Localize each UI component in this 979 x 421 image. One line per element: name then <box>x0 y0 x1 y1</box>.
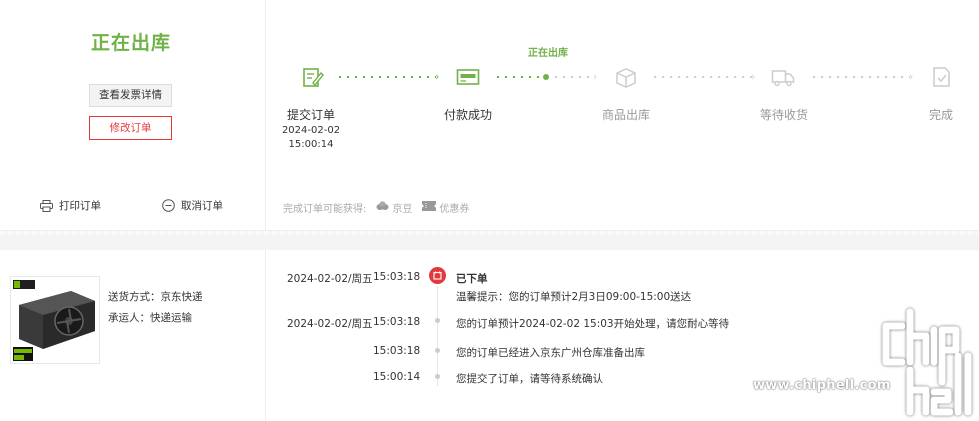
benefit-jingdou[interactable]: 京豆 <box>376 200 412 215</box>
view-invoice-button[interactable]: 查看发票详情 <box>89 84 172 107</box>
progress-connector-3 <box>651 76 752 78</box>
log-message: 温馨提示：您的订单预计2月3日09:00-15:00送达 <box>456 291 692 303</box>
step-submit-date: 2024-02-02 <box>281 125 341 136</box>
chevron-right-icon: › <box>593 70 598 83</box>
log-time: 15:03:18 <box>373 345 421 357</box>
progress-connector-1 <box>336 76 436 78</box>
cancel-order-label: 取消订单 <box>181 200 223 212</box>
print-order-link[interactable]: 打印订单 <box>40 198 101 213</box>
graphics-card-image[interactable] <box>10 276 100 364</box>
watermark-site-url: www.chiphell.com <box>753 378 891 393</box>
current-step-label: 正在出库 <box>528 48 568 59</box>
order-status-section: 正在出库 查看发票详情 修改订单 打印订单 取消订单 正在出库 › › › › … <box>0 0 979 230</box>
truck-icon <box>771 66 795 88</box>
printer-icon <box>40 199 53 212</box>
current-progress-dot <box>543 74 549 80</box>
order-placed-icon <box>429 267 446 284</box>
bean-icon <box>376 201 389 214</box>
order-benefits: 完成订单可能获得: 京豆 优惠券 <box>283 200 469 215</box>
chevron-right-icon: › <box>751 70 756 83</box>
step-label-paid: 付款成功 <box>444 108 493 122</box>
step-label-submit: 提交订单 <box>287 108 336 122</box>
benefits-label: 完成订单可能获得: <box>283 204 367 215</box>
section-divider <box>0 230 979 250</box>
timeline-dot <box>435 374 440 379</box>
log-time: 15:00:14 <box>373 371 421 383</box>
benefit-coupon-label: 优惠券 <box>439 204 470 215</box>
log-date: 2024-02-02/周五 <box>287 318 373 330</box>
step-submit-timestamp: 2024-02-02 15:00:14 <box>276 124 346 152</box>
delivery-method: 送货方式：京东快递 <box>108 291 203 303</box>
box-icon <box>614 66 638 88</box>
step-label-outbound: 商品出库 <box>602 108 651 122</box>
edit-icon <box>302 66 326 88</box>
log-message: 您的订单已经进入京东广州仓库准备出库 <box>456 347 645 359</box>
progress-connector-2-pending <box>552 76 594 78</box>
timeline-dot <box>435 348 440 353</box>
benefit-coupon[interactable]: 优惠券 <box>422 200 469 215</box>
modify-order-button[interactable]: 修改订单 <box>89 116 172 140</box>
timeline-dot <box>435 318 440 323</box>
log-title: 已下单 <box>456 273 488 285</box>
step-label-complete: 完成 <box>929 108 954 122</box>
chevron-right-icon: › <box>909 70 914 83</box>
carrier-info: 承运人：快递运输 <box>108 312 192 324</box>
print-order-label: 打印订单 <box>59 200 101 212</box>
timeline-line <box>437 286 438 386</box>
order-status-title: 正在出库 <box>90 32 171 54</box>
progress-connector-2-done <box>494 76 544 78</box>
card-icon <box>456 66 480 88</box>
step-submit-time: 15:00:14 <box>288 139 334 150</box>
log-time: 15:03:18 <box>373 271 421 283</box>
progress-connector-4 <box>810 76 910 78</box>
coupon-icon <box>422 201 437 214</box>
benefit-jingdou-label: 京豆 <box>392 204 413 215</box>
log-message: 您的订单预计2024-02-02 15:03开始处理，请您耐心等待 <box>456 318 730 330</box>
check-doc-icon <box>931 66 955 88</box>
log-date: 2024-02-02/周五 <box>287 273 373 285</box>
log-time: 15:03:18 <box>373 316 421 328</box>
order-summary-panel: 正在出库 查看发票详情 修改订单 打印订单 取消订单 <box>0 0 266 230</box>
minus-circle-icon <box>162 199 175 212</box>
chiphell-watermark <box>750 300 979 421</box>
step-label-awaiting: 等待收货 <box>760 108 809 122</box>
cancel-order-link[interactable]: 取消订单 <box>162 198 223 213</box>
log-message: 您提交了订单，请等待系统确认 <box>456 373 603 385</box>
shipment-info-panel: 送货方式：京东快递 承运人：快递运输 <box>0 250 266 421</box>
chevron-right-icon: › <box>435 70 440 83</box>
